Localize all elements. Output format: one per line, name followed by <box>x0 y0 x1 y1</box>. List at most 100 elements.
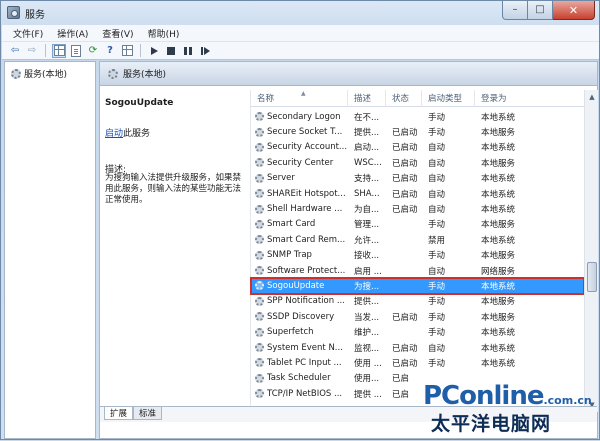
service-log-on-as: 本地系统 <box>481 358 516 369</box>
maximize-button[interactable]: □ <box>528 1 553 20</box>
start-service-link[interactable]: 启动 <box>105 129 123 139</box>
start-service-line: 启动此服务 <box>105 126 150 139</box>
column-status[interactable]: 状态 <box>386 89 422 107</box>
service-log-on-as: 本地系统 <box>481 143 516 154</box>
menu-file[interactable]: 文件(F) <box>6 27 50 40</box>
tree-item-services-local[interactable]: 服务(本地) <box>11 67 67 80</box>
toolbar: ⇦ ⇨ ⟳ ? <box>2 42 599 60</box>
scroll-up-icon[interactable]: ▲ <box>586 90 598 104</box>
services-window: 服务 – □ ✕ 文件(F) 操作(A) 查看(V) 帮助(H) ⇦ ⇨ ⟳ ?… <box>0 0 600 440</box>
service-name-text: Tablet PC Input ... <box>267 357 342 368</box>
table-row[interactable]: SSDP Discovery 当发... 已启动 手动 本地服务 <box>251 309 584 324</box>
menu-action[interactable]: 操作(A) <box>50 27 95 40</box>
service-startup-type: 自动 <box>428 343 446 354</box>
table-row[interactable]: Shell Hardware ... 为自... 已启动 自动 本地系统 <box>251 201 584 216</box>
restart-icon[interactable] <box>198 44 212 58</box>
service-name-text: SHAREit Hotspot... <box>267 188 346 199</box>
table-row[interactable]: Smart Card Rem... 允许... 禁用 本地系统 <box>251 232 584 247</box>
forward-arrow-icon[interactable]: ⇨ <box>25 44 39 58</box>
service-startup-type: 自动 <box>428 143 446 154</box>
column-description[interactable]: 描述 <box>348 89 386 107</box>
table-row[interactable]: Smart Card 管理... 手动 本地服务 <box>251 217 584 232</box>
table-row[interactable]: Security Center WSC... 已启动 自动 本地服务 <box>251 155 584 170</box>
table-row[interactable]: Secure Socket T... 提供... 已启动 手动 本地服务 <box>251 124 584 139</box>
gear-icon <box>255 235 264 245</box>
service-startup-type: 自动 <box>428 174 446 185</box>
service-log-on-as: 本地系统 <box>481 205 516 216</box>
list-header: ▲ 名称 描述 状态 启动类型 登录为 <box>251 89 584 107</box>
service-startup-type: 手动 <box>428 297 446 308</box>
service-log-on-as: 本地系统 <box>481 189 516 200</box>
column-name[interactable]: ▲ 名称 <box>251 89 348 107</box>
service-status: 已启动 <box>392 312 418 323</box>
scroll-thumb[interactable] <box>587 262 597 292</box>
service-name-text: SPP Notification ... <box>267 296 345 307</box>
vertical-scrollbar[interactable]: ▲ ▼ <box>584 90 598 412</box>
table-row-selected[interactable]: SogouUpdate 为搜... 手动 本地系统 <box>250 277 585 295</box>
service-description: 启用 ... <box>354 266 382 277</box>
service-startup-type: 手动 <box>428 281 446 292</box>
service-name: Task Scheduler <box>251 373 348 383</box>
gear-icon <box>255 250 264 260</box>
table-row[interactable]: System Event N... 监视... 已启动 自动 本地系统 <box>251 340 584 355</box>
tab-standard[interactable]: 标准 <box>133 407 163 420</box>
service-description: WSC... <box>354 157 382 168</box>
pause-icon[interactable] <box>181 44 195 58</box>
service-startup-type: 手动 <box>428 112 446 123</box>
service-name-text: TCP/IP NetBIOS ... <box>267 388 343 399</box>
refresh-icon[interactable]: ⟳ <box>86 44 100 58</box>
close-button[interactable]: ✕ <box>553 1 595 20</box>
service-status: 已启动 <box>392 343 418 354</box>
table-row[interactable]: Superfetch 维护... 手动 本地系统 <box>251 324 584 339</box>
service-log-on-as: 本地服务 <box>481 158 516 169</box>
service-name: Tablet PC Input ... <box>251 358 348 368</box>
column-log-on-as[interactable]: 登录为 <box>475 90 584 107</box>
service-name: SPP Notification ... <box>251 296 348 306</box>
gear-icon <box>255 343 264 353</box>
table-row[interactable]: Software Protect... 启用 ... 自动 网络服务 <box>251 263 584 278</box>
gear-icon <box>255 112 264 122</box>
menu-bar: 文件(F) 操作(A) 查看(V) 帮助(H) <box>2 25 599 42</box>
service-log-on-as: 网络服务 <box>481 266 516 277</box>
service-name: Shell Hardware ... <box>251 204 348 214</box>
tab-extended[interactable]: 扩展 <box>104 407 134 420</box>
properties-icon[interactable] <box>69 44 83 58</box>
service-description: 使用 ... <box>354 358 382 369</box>
pconline-watermark: PConline.com.cn 太平洋电脑网 <box>401 381 600 441</box>
service-log-on-as: 本地服务 <box>481 128 516 139</box>
table-row[interactable]: SNMP Trap 接收... 手动 本地服务 <box>251 248 584 263</box>
gear-icon <box>255 189 264 199</box>
table-row[interactable]: Tablet PC Input ... 使用 ... 已启动 手动 本地系统 <box>251 355 584 370</box>
play-icon[interactable] <box>147 44 161 58</box>
gear-icon <box>108 68 118 79</box>
service-log-on-as: 本地服务 <box>481 312 516 323</box>
console-tree-icon[interactable] <box>52 43 66 58</box>
gear-icon <box>255 312 264 322</box>
menu-view[interactable]: 查看(V) <box>95 27 140 40</box>
selected-service-name: SogouUpdate <box>105 98 174 108</box>
service-description: 启动... <box>354 143 380 154</box>
services-header: 服务(本地) <box>100 62 597 86</box>
console-icon[interactable] <box>120 44 134 58</box>
back-arrow-icon[interactable]: ⇦ <box>8 44 22 58</box>
service-description: 使用... <box>354 374 380 385</box>
service-status: 已启动 <box>392 158 418 169</box>
column-startup-type[interactable]: 启动类型 <box>422 89 475 107</box>
menu-help[interactable]: 帮助(H) <box>141 27 187 40</box>
table-row[interactable]: SHAREit Hotspot... SHA... 已启动 自动 本地系统 <box>251 186 584 201</box>
table-row[interactable]: Security Account... 启动... 已启动 自动 本地系统 <box>251 140 584 155</box>
table-row[interactable]: Secondary Logon 在不... 手动 本地系统 <box>251 109 584 124</box>
toolbar-separator-2 <box>140 44 141 57</box>
table-row[interactable]: SPP Notification ... 提供... 手动 本地服务 <box>251 294 584 309</box>
help-icon[interactable]: ? <box>103 44 117 58</box>
service-name: System Event N... <box>251 343 348 353</box>
service-name-text: SSDP Discovery <box>267 311 335 322</box>
service-name: SNMP Trap <box>251 250 348 260</box>
title-bar[interactable]: 服务 – □ ✕ <box>1 1 599 25</box>
window-title: 服务 <box>25 10 45 21</box>
stop-icon[interactable] <box>164 44 178 58</box>
service-log-on-as: 本地服务 <box>481 251 516 262</box>
service-name: SogouUpdate <box>251 281 348 291</box>
minimize-button[interactable]: – <box>502 1 528 20</box>
table-row[interactable]: Server 支持... 已启动 自动 本地系统 <box>251 171 584 186</box>
